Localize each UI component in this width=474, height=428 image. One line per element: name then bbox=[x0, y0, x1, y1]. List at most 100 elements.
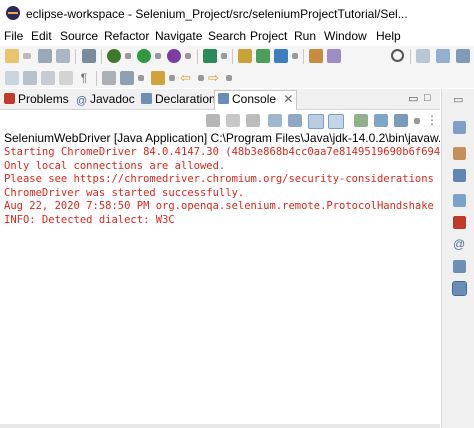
new-dropdown-icon[interactable] bbox=[23, 53, 31, 59]
console-line: Please see https://chromedriver.chromium… bbox=[4, 173, 434, 186]
console-line: Aug 22, 2020 7:58:50 PM org.openqa.selen… bbox=[4, 200, 440, 213]
menu-refactor[interactable]: Refactor bbox=[104, 28, 149, 44]
menu-source[interactable]: Source bbox=[60, 28, 98, 44]
search-icon[interactable] bbox=[391, 49, 404, 62]
terminate-icon[interactable] bbox=[206, 114, 220, 127]
right-trim-stack: ▭ @ bbox=[441, 89, 474, 428]
coverage-icon[interactable] bbox=[167, 49, 181, 63]
problems-side-icon[interactable] bbox=[453, 216, 466, 229]
display-selected-console-icon[interactable] bbox=[374, 114, 388, 127]
debug-dropdown-icon[interactable] bbox=[125, 53, 131, 59]
maximize-icon[interactable]: □ bbox=[424, 92, 431, 104]
save-all-icon[interactable] bbox=[56, 49, 70, 63]
restore-icon[interactable]: ▭ bbox=[453, 93, 466, 106]
outline-icon[interactable] bbox=[453, 121, 466, 134]
clear-console-icon[interactable] bbox=[268, 114, 282, 127]
menu-run[interactable]: Run bbox=[294, 28, 316, 44]
menu-window[interactable]: Window bbox=[324, 28, 367, 44]
pin-console-icon[interactable] bbox=[354, 114, 368, 127]
javadoc-side-icon[interactable]: @ bbox=[453, 238, 466, 251]
toggle-block-selection-icon[interactable] bbox=[41, 71, 55, 85]
new-package-icon[interactable] bbox=[256, 49, 270, 63]
back-icon[interactable]: ⇦ bbox=[180, 71, 194, 85]
tab-console-label: Console bbox=[232, 92, 277, 106]
open-task-icon[interactable] bbox=[327, 49, 341, 63]
previous-annotation-icon[interactable] bbox=[102, 71, 116, 85]
console-toolbar: ⋮ bbox=[0, 110, 440, 130]
tab-console[interactable]: Console ✕ bbox=[214, 90, 298, 110]
menu-search[interactable]: Search bbox=[208, 28, 246, 44]
java-perspective-icon[interactable] bbox=[436, 49, 450, 63]
menu-navigate[interactable]: Navigate bbox=[155, 28, 202, 44]
debug-icon[interactable] bbox=[107, 49, 121, 63]
open-perspective-icon[interactable] bbox=[416, 49, 430, 63]
debug-perspective-icon[interactable] bbox=[456, 49, 470, 63]
last-edit-location-icon[interactable] bbox=[151, 71, 165, 85]
word-wrap-icon[interactable] bbox=[308, 114, 324, 129]
console-output[interactable]: Starting ChromeDriver 84.0.4147.30 (48b3… bbox=[4, 146, 440, 426]
annotation-dropdown-icon[interactable] bbox=[138, 75, 144, 81]
minimize-icon[interactable]: ▭ bbox=[408, 92, 418, 105]
console-side-icon[interactable] bbox=[452, 281, 467, 296]
show-console-on-output-icon[interactable] bbox=[328, 114, 344, 129]
console-process-label: SeleniumWebDriver [Java Application] C:\… bbox=[4, 131, 440, 145]
declaration-side-icon[interactable] bbox=[453, 260, 466, 273]
new-class-dropdown-icon[interactable] bbox=[292, 53, 298, 59]
open-type-icon[interactable] bbox=[309, 49, 323, 63]
window-title: eclipse-workspace - Selenium_Project/src… bbox=[26, 7, 408, 21]
back-dropdown-icon[interactable] bbox=[198, 75, 204, 81]
console-line: Starting ChromeDriver 84.0.4147.30 (48b3… bbox=[4, 146, 440, 158]
hierarchy-icon[interactable] bbox=[453, 194, 466, 207]
declaration-icon bbox=[141, 93, 152, 104]
run-icon[interactable] bbox=[137, 49, 151, 63]
toggle-word-wrap-icon[interactable] bbox=[23, 71, 37, 85]
remove-launch-icon[interactable] bbox=[226, 114, 240, 127]
tab-problems[interactable]: Problems bbox=[4, 91, 69, 108]
view-tab-strip: Problems @ Javadoc Declaration Console ✕ … bbox=[0, 89, 440, 110]
run-dropdown-icon[interactable] bbox=[155, 53, 161, 59]
coverage-dropdown-icon[interactable] bbox=[185, 53, 191, 59]
eclipse-app-icon bbox=[6, 6, 20, 20]
open-console-dropdown-icon[interactable] bbox=[414, 118, 420, 124]
new-class-icon[interactable] bbox=[274, 49, 288, 63]
tab-problems-label: Problems bbox=[18, 92, 69, 106]
remove-all-terminated-icon[interactable] bbox=[246, 114, 260, 127]
skip-breakpoints-icon[interactable] bbox=[82, 49, 96, 63]
external-tools-icon[interactable] bbox=[203, 49, 217, 63]
toggle-breadcrumb-icon[interactable] bbox=[59, 71, 73, 85]
task-list-icon[interactable] bbox=[453, 147, 466, 160]
external-tools-dropdown-icon[interactable] bbox=[221, 53, 227, 59]
title-bar: eclipse-workspace - Selenium_Project/src… bbox=[0, 0, 474, 28]
menu-bar: File Edit Source Refactor Navigate Searc… bbox=[0, 28, 474, 46]
javadoc-icon: @ bbox=[76, 95, 88, 107]
console-icon bbox=[218, 93, 229, 104]
open-console-icon[interactable] bbox=[394, 114, 408, 127]
new-java-project-icon[interactable] bbox=[238, 49, 252, 63]
console-line: ChromeDriver was started successfully. bbox=[4, 186, 245, 199]
close-icon[interactable]: ✕ bbox=[283, 92, 293, 106]
scroll-lock-icon[interactable] bbox=[288, 114, 302, 127]
last-edit-dropdown-icon[interactable] bbox=[169, 75, 175, 81]
next-annotation-icon[interactable] bbox=[120, 71, 134, 85]
new-icon[interactable] bbox=[5, 49, 19, 63]
tab-javadoc[interactable]: @ Javadoc bbox=[76, 91, 135, 108]
console-line: INFO: Detected dialect: W3C bbox=[4, 213, 175, 226]
menu-project[interactable]: Project bbox=[250, 28, 287, 44]
package-explorer-icon[interactable] bbox=[453, 169, 466, 182]
tab-javadoc-label: Javadoc bbox=[90, 92, 135, 106]
show-whitespace-icon[interactable]: ¶ bbox=[77, 71, 91, 85]
secondary-toolbar: ¶ ⇦ ⇨ bbox=[0, 68, 474, 88]
save-icon[interactable] bbox=[38, 49, 52, 63]
forward-dropdown-icon[interactable] bbox=[226, 75, 232, 81]
menu-edit[interactable]: Edit bbox=[31, 28, 52, 44]
tab-declaration[interactable]: Declaration bbox=[141, 91, 216, 108]
main-toolbar bbox=[0, 46, 474, 68]
toggle-mark-occurrences-icon[interactable] bbox=[5, 71, 19, 85]
horizontal-scrollbar[interactable] bbox=[0, 424, 440, 428]
console-line: Only local connections are allowed. bbox=[4, 159, 226, 172]
forward-icon[interactable]: ⇨ bbox=[208, 71, 222, 85]
tab-declaration-label: Declaration bbox=[155, 92, 216, 106]
menu-file[interactable]: File bbox=[4, 28, 23, 44]
menu-help[interactable]: Help bbox=[376, 28, 401, 44]
view-menu-icon[interactable]: ⋮ bbox=[426, 114, 440, 127]
